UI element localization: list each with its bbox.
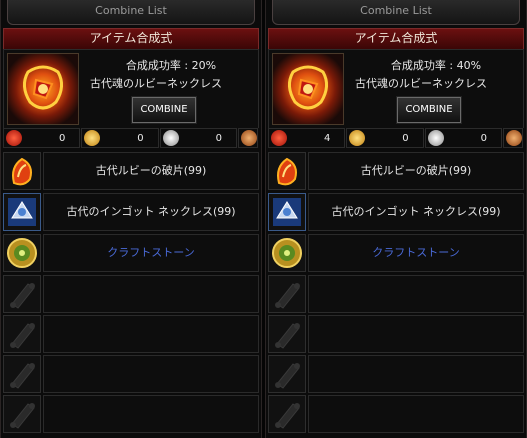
counter-value: 0 — [402, 132, 409, 144]
craft-stone-icon — [3, 234, 41, 272]
material-name: 古代ルビーの破片(99) — [308, 152, 524, 190]
empty-scroll-icon — [268, 395, 306, 433]
recipe-info: 合成成功率 : 40% 古代魂のルビーネックレス COMBINE — [268, 49, 524, 129]
material-slot[interactable]: 古代のインゴット ネックレス(99) — [3, 193, 259, 231]
material-name: 古代のインゴット ネックレス(99) — [43, 193, 259, 231]
ruby-necklace-icon — [272, 53, 344, 125]
silver-coin-icon — [162, 130, 179, 146]
counter-value: 4 — [323, 132, 331, 144]
material-name: 古代ルビーの破片(99) — [43, 152, 259, 190]
ruby-necklace-icon — [7, 53, 79, 125]
empty-name — [308, 275, 524, 313]
empty-slot[interactable] — [268, 315, 524, 353]
empty-slot[interactable] — [268, 275, 524, 313]
material-slot[interactable]: 古代ルビーの破片(99) — [268, 152, 524, 190]
counter-red: 4 — [268, 128, 346, 148]
combine-button[interactable]: COMBINE — [131, 96, 197, 124]
bronze-coin-icon — [240, 130, 257, 146]
counter-red: 0 — [3, 128, 81, 148]
material-slot[interactable]: 古代ルビーの破片(99) — [3, 152, 259, 190]
material-name: 古代のインゴット ネックレス(99) — [308, 193, 524, 231]
empty-name — [43, 355, 259, 393]
combine-panel-left: Combine List アイテム合成式 合成成功率 : 20% 古代魂のルビー… — [0, 0, 262, 438]
empty-slot[interactable] — [3, 275, 259, 313]
gold-coin-icon — [349, 130, 366, 146]
bronze-coin-icon — [505, 130, 522, 146]
ruby-fragment-icon — [3, 152, 41, 190]
empty-scroll-icon — [268, 275, 306, 313]
empty-scroll-icon — [3, 275, 41, 313]
empty-name — [308, 355, 524, 393]
empty-scroll-icon — [3, 355, 41, 393]
success-rate: 合成成功率 : 40% — [390, 59, 482, 72]
currency-counters: 4 0 0 — [268, 128, 524, 148]
counter-value: 0 — [137, 132, 144, 144]
empty-slot[interactable] — [268, 355, 524, 393]
counter-gold: 0 — [346, 128, 424, 148]
empty-slot[interactable] — [3, 315, 259, 353]
counter-bronze — [502, 128, 523, 148]
craft-stone-icon — [268, 234, 306, 272]
empty-scroll-icon — [268, 315, 306, 353]
empty-scroll-icon — [268, 355, 306, 393]
counter-bronze — [237, 128, 258, 148]
counter-value: 0 — [215, 132, 222, 144]
ruby-fragment-icon — [268, 152, 306, 190]
counter-value: 0 — [58, 132, 66, 144]
success-rate: 合成成功率 : 20% — [125, 59, 217, 72]
empty-slot[interactable] — [268, 395, 524, 433]
empty-name — [308, 315, 524, 353]
silver-coin-icon — [427, 130, 444, 146]
combine-button[interactable]: COMBINE — [396, 96, 462, 124]
material-name: クラフトストーン — [308, 234, 524, 272]
empty-name — [43, 395, 259, 433]
recipe-info: 合成成功率 : 20% 古代魂のルビーネックレス COMBINE — [3, 49, 259, 129]
empty-slot[interactable] — [3, 395, 259, 433]
currency-counters: 0 0 0 — [3, 128, 259, 148]
material-slot[interactable]: クラフトストーン — [3, 234, 259, 272]
red-gem-icon — [271, 130, 287, 146]
counter-gold: 0 — [81, 128, 159, 148]
material-slot[interactable]: 古代のインゴット ネックレス(99) — [268, 193, 524, 231]
combine-list-tab[interactable]: Combine List — [7, 0, 255, 25]
result-item-name: 古代魂のルビーネックレス — [90, 77, 222, 90]
counter-silver: 0 — [424, 128, 502, 148]
counter-value: 0 — [480, 132, 487, 144]
empty-name — [308, 395, 524, 433]
material-slot[interactable]: クラフトストーン — [268, 234, 524, 272]
combine-panel-right: Combine List アイテム合成式 合成成功率 : 40% 古代魂のルビー… — [265, 0, 527, 438]
counter-silver: 0 — [159, 128, 237, 148]
empty-name — [43, 315, 259, 353]
recipe-header: アイテム合成式 — [268, 28, 524, 50]
gold-coin-icon — [84, 130, 101, 146]
ingot-necklace-icon — [3, 193, 41, 231]
empty-name — [43, 275, 259, 313]
empty-scroll-icon — [3, 395, 41, 433]
empty-slot[interactable] — [3, 355, 259, 393]
ingot-necklace-icon — [268, 193, 306, 231]
red-gem-icon — [6, 130, 22, 146]
result-item-name: 古代魂のルビーネックレス — [355, 77, 487, 90]
recipe-header: アイテム合成式 — [3, 28, 259, 50]
empty-scroll-icon — [3, 315, 41, 353]
material-name: クラフトストーン — [43, 234, 259, 272]
combine-list-tab[interactable]: Combine List — [272, 0, 520, 25]
